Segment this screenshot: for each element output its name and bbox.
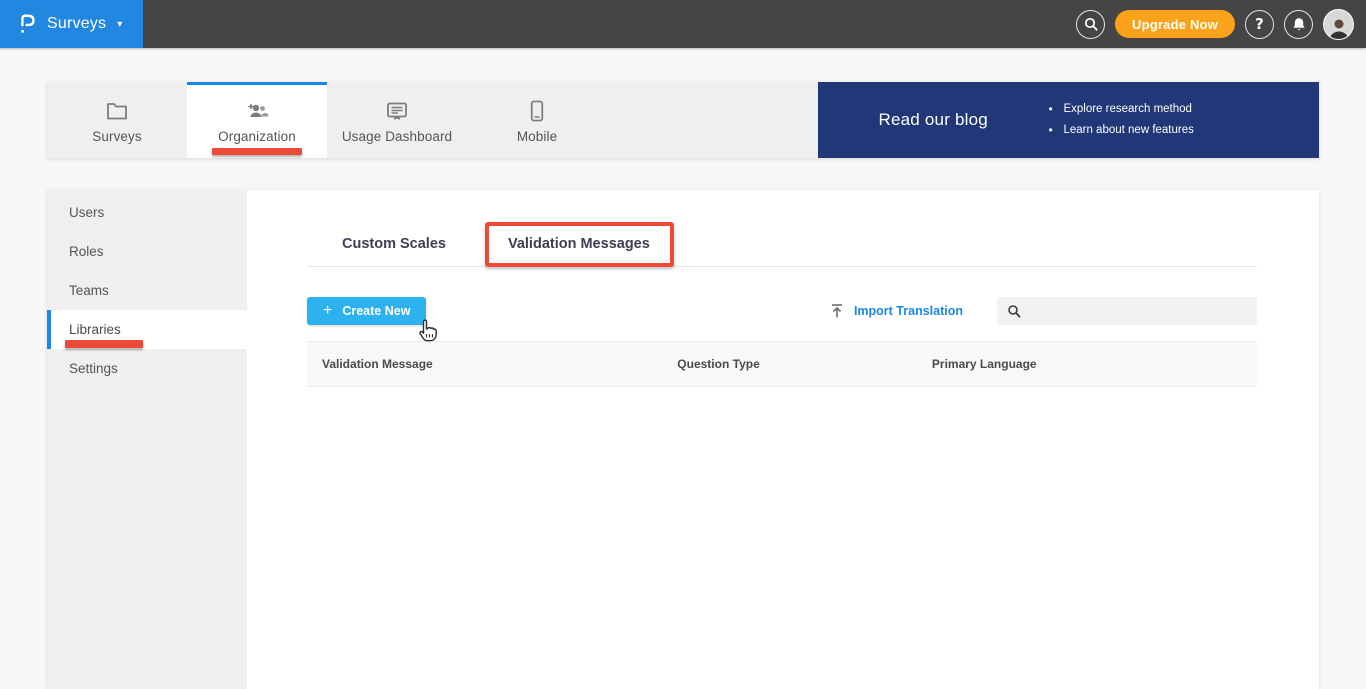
nav-tab-mobile[interactable]: Mobile xyxy=(467,82,607,158)
banner-bullet: Explore research method xyxy=(1048,99,1193,120)
nav-tab-usage-dashboard[interactable]: Usage Dashboard xyxy=(327,82,467,158)
column-header-primary-language: Primary Language xyxy=(931,357,1037,371)
chevron-down-icon: ▾ xyxy=(117,18,123,30)
search-icon xyxy=(1008,305,1021,318)
help-button[interactable]: ? xyxy=(1245,9,1274,39)
content-tab-strip: Custom Scales Validation Messages xyxy=(307,222,1257,267)
folder-icon xyxy=(107,102,127,119)
annotation-underline-organization xyxy=(212,148,302,155)
bell-icon xyxy=(1292,17,1305,30)
table-search-input[interactable] xyxy=(1029,304,1247,318)
sidebar-item-teams[interactable]: Teams xyxy=(47,271,247,310)
nav-tab-label: Usage Dashboard xyxy=(341,128,453,144)
sidebar-item-label: Libraries xyxy=(69,322,121,337)
sidebar-item-settings[interactable]: Settings xyxy=(47,349,247,388)
search-icon xyxy=(1084,17,1098,31)
nav-tab-label: Organization xyxy=(218,128,296,144)
column-header-validation-message: Validation Message xyxy=(322,357,433,371)
blog-banner[interactable]: Read our blog Explore research method Le… xyxy=(818,82,1319,158)
create-new-label: Create New xyxy=(342,304,411,318)
topbar: Surveys ▾ Upgrade Now ? xyxy=(0,0,1366,48)
nav-tab-label: Surveys xyxy=(92,128,142,144)
sidebar-item-libraries[interactable]: Libraries xyxy=(47,310,247,349)
nav-tab-organization[interactable]: Organization xyxy=(187,82,327,158)
primary-nav: Surveys Organization Usage Dashboard Mob… xyxy=(47,82,1319,158)
import-translation-label: Import Translation xyxy=(853,304,963,318)
import-translation-link[interactable]: Import Translation xyxy=(830,303,963,319)
tab-custom-scales[interactable]: Custom Scales xyxy=(332,228,456,267)
sidebar-item-users[interactable]: Users xyxy=(47,193,247,232)
sidebar-item-label: Roles xyxy=(69,244,104,259)
smartphone-icon xyxy=(530,100,544,121)
table-search-box[interactable] xyxy=(997,297,1257,325)
notifications-button[interactable] xyxy=(1284,9,1313,39)
table-header-row: Validation Message Question Type Primary… xyxy=(307,341,1257,387)
product-switcher[interactable]: Surveys ▾ xyxy=(0,0,143,48)
avatar-person-icon xyxy=(1329,19,1348,39)
add-people-icon xyxy=(248,103,269,117)
dashboard-icon xyxy=(387,102,407,120)
sidebar-item-label: Teams xyxy=(69,283,109,298)
nav-tab-label: Mobile xyxy=(516,128,558,144)
create-new-button[interactable]: + Create New xyxy=(307,297,427,325)
toolbar: + Create New Import Translation xyxy=(307,297,1257,325)
global-search-button[interactable] xyxy=(1076,9,1106,39)
product-menu-label: Surveys xyxy=(47,15,107,32)
banner-bullet-list: Explore research method Learn about new … xyxy=(1048,99,1193,141)
help-icon: ? xyxy=(1255,15,1264,33)
column-header-question-type: Question Type xyxy=(677,357,760,371)
content-area: Custom Scales Validation Messages + Crea… xyxy=(247,190,1319,689)
tab-label: Validation Messages xyxy=(507,236,650,252)
sidebar-item-label: Settings xyxy=(69,361,118,376)
sidebar-item-roles[interactable]: Roles xyxy=(47,232,247,271)
annotation-underline-libraries xyxy=(65,340,143,348)
user-avatar[interactable] xyxy=(1323,8,1354,40)
import-upload-icon xyxy=(831,304,842,318)
nav-tab-strip: Surveys Organization Usage Dashboard Mob… xyxy=(47,82,818,158)
nav-tab-surveys[interactable]: Surveys xyxy=(47,82,187,158)
banner-title: Read our blog xyxy=(878,110,988,129)
sidebar-item-label: Users xyxy=(69,205,105,220)
main-panel: Users Roles Teams Libraries Settings Cus… xyxy=(47,190,1319,689)
plus-icon: + xyxy=(323,302,333,319)
banner-bullet: Learn about new features xyxy=(1048,120,1193,141)
questionpro-logo-icon xyxy=(21,14,35,33)
upgrade-now-button[interactable]: Upgrade Now xyxy=(1115,10,1235,38)
tab-validation-messages[interactable]: Validation Messages xyxy=(484,222,674,267)
sidebar: Users Roles Teams Libraries Settings xyxy=(47,190,247,689)
